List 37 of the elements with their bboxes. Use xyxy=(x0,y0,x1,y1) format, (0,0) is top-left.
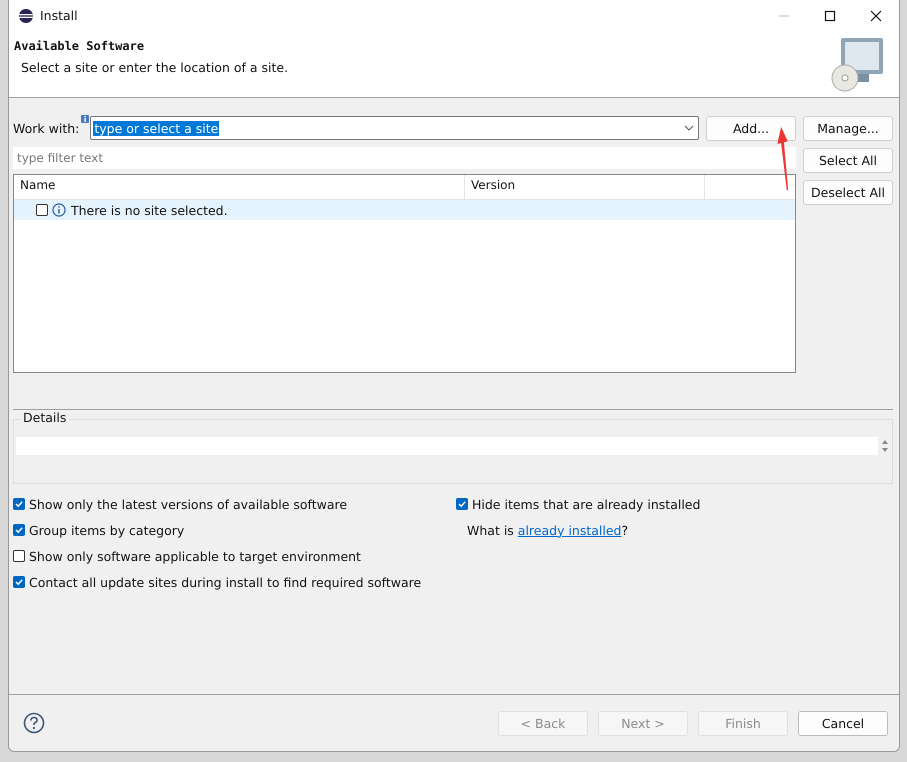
site-combo-box[interactable]: type or select a site xyxy=(90,116,699,140)
checkbox[interactable] xyxy=(456,498,468,510)
table-row[interactable]: There is no site selected. xyxy=(14,200,795,220)
window-title: Install xyxy=(40,8,78,23)
question-mark-text: ? xyxy=(622,522,628,538)
already-installed-link[interactable]: already installed xyxy=(518,522,622,538)
help-icon[interactable] xyxy=(23,712,45,734)
select-all-button[interactable]: Select All xyxy=(803,148,893,173)
page-title: Available Software xyxy=(13,38,146,53)
app-logo-icon xyxy=(18,8,34,24)
checkbox[interactable] xyxy=(36,204,48,216)
info-text: What is xyxy=(467,522,514,538)
checkbox[interactable] xyxy=(13,576,25,588)
table-cell: There is no site selected. xyxy=(71,202,228,218)
checkbox[interactable] xyxy=(13,550,25,562)
checkbox[interactable] xyxy=(13,498,25,510)
checkbox[interactable] xyxy=(13,524,25,536)
deselect-all-button[interactable]: Deselect All xyxy=(803,180,893,205)
work-with-label: Work with: xyxy=(13,120,80,136)
option-label: Contact all update sites during install to find required software xyxy=(29,574,422,590)
option-label: Show only the latest versions of available software xyxy=(29,496,348,512)
info-icon xyxy=(52,203,66,217)
details-label: Details xyxy=(20,410,70,425)
page-subtitle: Select a site or enter the location of a site. xyxy=(20,59,288,75)
filter-field[interactable]: type filter text xyxy=(13,147,796,169)
column-header[interactable]: Version xyxy=(465,175,705,199)
manage-button[interactable]: Manage... xyxy=(803,116,893,140)
maximize-icon[interactable] xyxy=(824,10,836,22)
cancel-button[interactable]: Cancel xyxy=(798,710,888,736)
close-icon[interactable] xyxy=(870,10,882,22)
info-icon xyxy=(81,115,90,123)
add-button[interactable]: Add... xyxy=(706,116,796,140)
option-label: Hide items that are already installed xyxy=(472,496,700,512)
spinner-icon[interactable] xyxy=(881,438,889,454)
option-label: Group items by category xyxy=(29,522,184,538)
column-header[interactable]: Name xyxy=(14,175,465,199)
option-label: Show only software applicable to target environment xyxy=(29,548,361,564)
